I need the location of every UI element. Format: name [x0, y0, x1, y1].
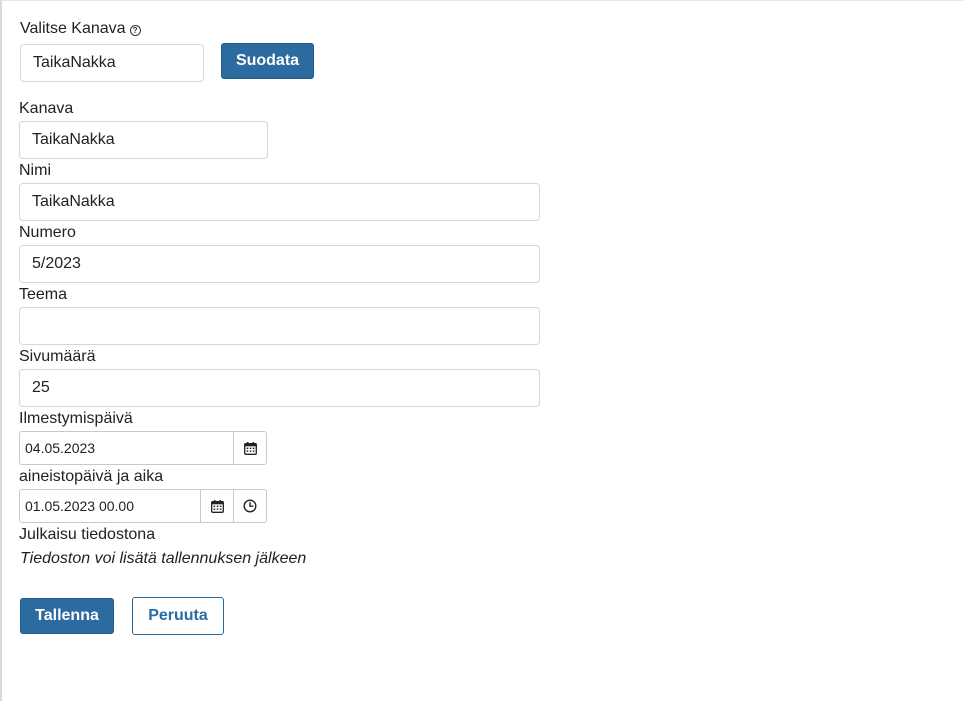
sivumaara-label: Sivumäärä — [19, 348, 96, 365]
clock-icon — [243, 499, 257, 513]
filter-button[interactable]: Suodata — [221, 43, 314, 79]
kanava-label: Kanava — [19, 100, 74, 117]
aineistopaiva-picker — [19, 489, 267, 523]
aineistopaiva-calendar-button[interactable] — [200, 490, 233, 522]
ilmestymispaiva-picker — [19, 431, 267, 465]
cancel-button[interactable]: Peruuta — [132, 597, 224, 635]
channel-filter-label-row: Valitse Kanava? — [20, 20, 141, 38]
channel-filter-input[interactable] — [20, 44, 204, 82]
numero-input[interactable] — [19, 245, 540, 283]
aineistopaiva-label: aineistopäivä ja aika — [19, 468, 164, 485]
teema-input[interactable] — [19, 307, 540, 345]
ilmestymispaiva-label: Ilmestymispäivä — [19, 410, 133, 427]
channel-filter-label: Valitse Kanava — [20, 20, 126, 37]
question-circle-icon[interactable]: ? — [129, 25, 141, 36]
aineistopaiva-time-button[interactable] — [233, 490, 266, 522]
kanava-input[interactable] — [19, 121, 268, 159]
nimi-input[interactable] — [19, 183, 540, 221]
calendar-icon — [210, 499, 224, 513]
nimi-label: Nimi — [19, 162, 51, 179]
page-frame — [0, 0, 963, 701]
calendar-icon — [243, 441, 257, 455]
save-button[interactable]: Tallenna — [20, 598, 114, 634]
numero-label: Numero — [19, 224, 76, 241]
aineistopaiva-input[interactable] — [20, 490, 200, 522]
sivumaara-input[interactable] — [19, 369, 540, 407]
teema-label: Teema — [19, 286, 68, 303]
ilmestymispaiva-input[interactable] — [20, 432, 233, 464]
julkaisu-note: Tiedoston voi lisätä tallennuksen jälkee… — [20, 550, 307, 567]
julkaisu-label: Julkaisu tiedostona — [19, 526, 156, 543]
ilmestymispaiva-calendar-button[interactable] — [233, 432, 266, 464]
